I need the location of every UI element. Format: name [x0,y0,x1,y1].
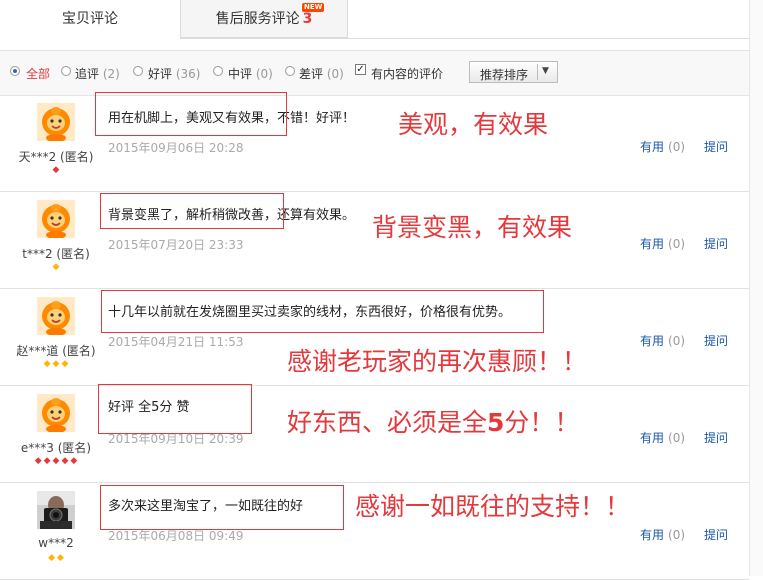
filter-medium-label[interactable]: 中评 (0) [228,65,273,82]
tab-item-reviews[interactable]: 宝贝评论 [0,0,181,38]
gold-diamond-icon: ◆ [52,262,60,272]
review-username: w***2 [38,536,74,550]
credit-badges: ◆ ◆ [0,554,112,563]
useful-count: (0) [668,528,686,542]
credit-badges: ◆ ◆ ◆ ◆ ◆ [0,457,112,466]
radio-good[interactable] [133,66,143,76]
tab-after-sales-label: 售后服务评论 [215,11,300,27]
with-content-label[interactable]: 有内容的评价 [371,65,443,82]
red-heart-icon: ◆ [52,456,60,466]
scrollbar[interactable] [749,0,763,576]
red-heart-icon: ◆ [43,456,51,466]
ask-question-link[interactable]: 提问 [704,526,728,543]
seller-annotation: 背景变黑，有效果 [372,213,573,242]
credit-badges: ◆ [0,263,112,272]
avatar[interactable] [37,297,75,336]
review-username: e***3 (匿名) [20,441,92,455]
useful-label: 有用 [640,334,665,348]
radio-all[interactable] [10,66,20,76]
avatar[interactable] [37,491,75,529]
review-date: 2015年09月06日 20:28 [108,141,244,155]
seller-annotation: 感谢老玩家的再次惠顾！！ [287,347,588,376]
seller-annotation: 美观，有效果 [398,110,549,139]
new-badge: NEW [302,3,325,12]
credit-badges: ◆ ◆ ◆ [0,360,112,369]
useful-count: (0) [668,431,686,445]
credit-badges: ◆ [0,166,112,175]
chevron-down-icon: ▼ [542,66,549,76]
comment-highlight-box [101,290,544,333]
useful-button[interactable]: 有用 (0) [640,429,685,446]
useful-button[interactable]: 有用 (0) [640,332,685,349]
comment-highlight-box [98,384,252,434]
seller-annotation: 感谢一如既往的支持！！ [355,492,631,521]
sort-dropdown[interactable]: 推荐排序 ▼ [469,61,558,83]
sort-dropdown-divider [537,64,538,80]
radio-bad[interactable] [285,66,295,76]
useful-button[interactable]: 有用 (0) [640,526,685,543]
useful-label: 有用 [640,528,665,542]
gold-diamond-icon: ◆ [43,359,51,369]
ask-question-link[interactable]: 提问 [704,138,728,155]
seller-annotation: 好东西、必须是全5分！！ [287,403,579,439]
useful-count: (0) [668,237,686,251]
useful-count: (0) [668,334,686,348]
comment-highlight-box [100,193,284,229]
tab-item-reviews-label: 宝贝评论 [62,11,118,27]
avatar[interactable] [37,103,75,142]
tab-after-sales-count: 3 [302,11,313,27]
radio-append[interactable] [61,66,71,76]
useful-button[interactable]: 有用 (0) [640,138,685,155]
review-date: 2015年07月20日 23:33 [108,238,244,252]
ask-question-link[interactable]: 提问 [704,235,728,252]
sort-dropdown-label: 推荐排序 [480,68,529,82]
useful-label: 有用 [640,140,665,154]
filter-all-label[interactable]: 全部 [26,65,50,82]
filter-good-label[interactable]: 好评 (36) [148,65,200,82]
useful-label: 有用 [640,237,665,251]
annotation-prefix: 好东西、必须是全 [287,408,488,437]
ask-question-link[interactable]: 提问 [704,332,728,349]
avatar[interactable] [37,200,75,239]
gold-diamond-icon: ◆ [48,553,55,563]
useful-label: 有用 [640,431,665,445]
useful-button[interactable]: 有用 (0) [640,235,685,252]
red-heart-icon: ◆ [70,456,78,466]
red-heart-icon: ◆ [34,456,42,466]
annotation-number: 5 [487,408,505,437]
filter-append-label[interactable]: 追评 (2) [75,65,120,82]
red-heart-icon: ◆ [52,165,60,175]
with-content-checkbox[interactable]: ✓ [355,64,366,75]
comment-highlight-box [100,485,344,530]
review-date: 2015年04月21日 11:53 [108,335,244,349]
useful-count: (0) [668,140,686,154]
radio-medium[interactable] [213,66,223,76]
gold-diamond-icon: ◆ [61,359,69,369]
gold-diamond-icon: ◆ [52,359,60,369]
comment-highlight-box [95,92,287,136]
tab-divider [180,38,750,39]
review-username: 天***2 (匿名) [18,150,94,164]
review-username: 赵***道 (匿名) [16,344,96,358]
red-heart-icon: ◆ [61,456,69,466]
avatar[interactable] [37,394,75,433]
review-username: t***2 (匿名) [22,247,90,261]
annotation-suffix: 分！！ [504,408,580,437]
filter-bar: 全部 追评 (2) 好评 (36) 中评 (0) 差评 (0) ✓ 有内容的评价… [0,50,749,96]
gold-diamond-icon: ◆ [57,553,64,563]
review-tabs: 宝贝评论 售后服务评论 3 NEW [0,0,763,39]
ask-question-link[interactable]: 提问 [704,429,728,446]
filter-bad-label[interactable]: 差评 (0) [299,65,344,82]
